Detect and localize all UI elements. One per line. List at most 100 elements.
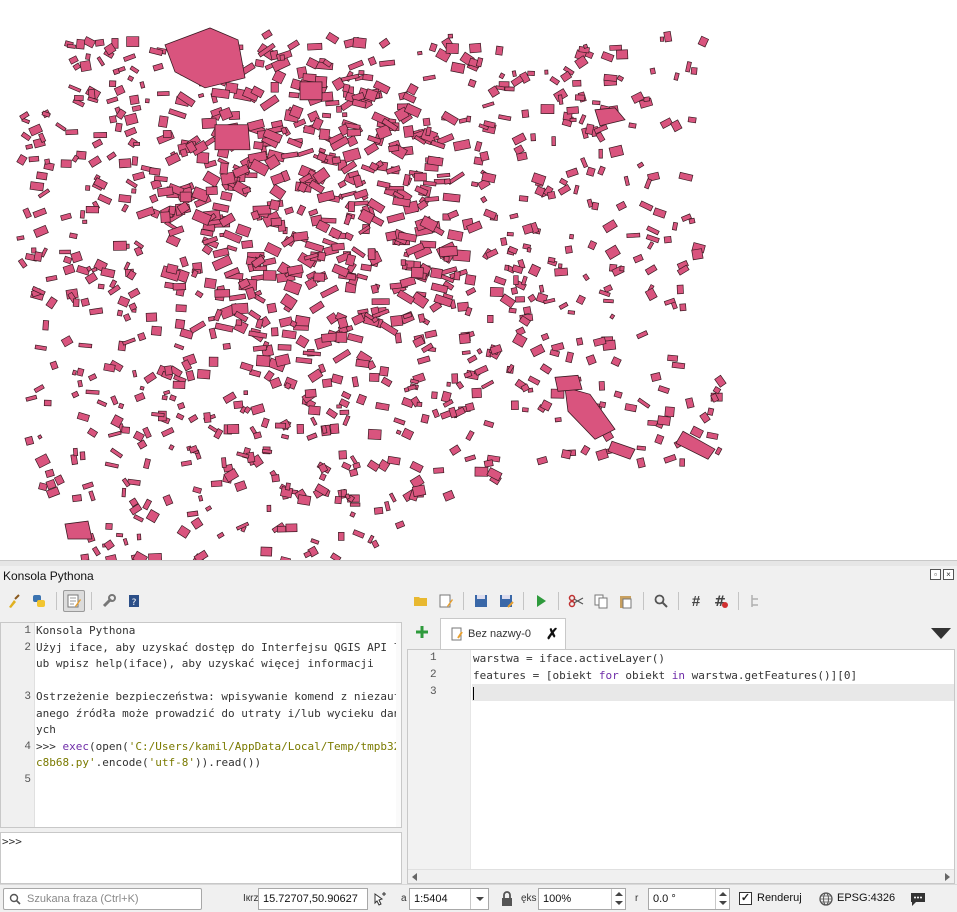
close-dock-button[interactable]: × <box>943 569 954 580</box>
building-polygon <box>498 114 512 121</box>
map-canvas[interactable] <box>0 0 957 561</box>
crs-status[interactable]: EPSG:4326 <box>837 892 895 904</box>
scale-dropdown-button[interactable] <box>470 889 488 909</box>
code-editor[interactable]: 1 2 3 warstwa = iface.activeLayer() featur… <box>407 649 955 884</box>
clear-console-button[interactable] <box>3 590 25 612</box>
building-polygon <box>567 310 576 315</box>
output-line: >>> exec(open('C:/Users/kamil/AppData/Lo… <box>36 739 401 772</box>
cut-button[interactable] <box>565 590 587 612</box>
editor-line-number: 1 <box>430 652 437 664</box>
broom-icon <box>9 594 20 608</box>
building-polygon <box>554 374 583 392</box>
scroll-left-icon[interactable] <box>412 873 417 881</box>
building-polygon <box>211 87 231 99</box>
building-polygon <box>438 245 458 258</box>
building-polygon <box>678 171 694 182</box>
run-script-button[interactable] <box>530 590 552 612</box>
console-output[interactable]: 1 2 3 4 5 Konsola Pythona Użyj iface, aby uzy… <box>0 622 402 828</box>
building-polygon <box>112 68 121 76</box>
building-polygon <box>296 423 305 434</box>
open-script-button[interactable] <box>410 590 432 612</box>
mouse-toggle-icon[interactable] <box>372 891 388 907</box>
building-polygon <box>227 424 240 434</box>
copy-button[interactable] <box>590 590 612 612</box>
building-polygon <box>679 303 687 312</box>
building-polygon <box>76 367 85 377</box>
building-polygon <box>97 193 113 206</box>
coordinate-field[interactable]: 15.72707,50.90627 <box>258 888 368 910</box>
code-string: 'utf-8' <box>148 756 195 769</box>
comment-button[interactable]: # <box>685 590 707 612</box>
building-polygon <box>24 435 35 446</box>
toolbar-separator <box>91 592 92 610</box>
building-polygon <box>297 147 315 158</box>
output-scrollbar[interactable] <box>396 623 401 827</box>
float-dock-button[interactable]: ▫ <box>930 569 941 580</box>
building-polygon <box>86 427 99 438</box>
run-command-button[interactable] <box>28 590 50 612</box>
new-tab-button[interactable] <box>415 625 429 642</box>
magnifier-spinbox[interactable]: 100% <box>538 888 626 910</box>
scroll-right-icon[interactable] <box>945 873 950 881</box>
editor-toolbar: # # <box>410 588 767 614</box>
rotation-spinbox[interactable]: 0.0 ° <box>648 888 730 910</box>
building-polygon <box>219 162 229 175</box>
building-polygon <box>304 388 317 399</box>
save-as-button[interactable] <box>495 590 517 612</box>
show-editor-button[interactable] <box>63 590 85 612</box>
building-polygon <box>616 74 625 82</box>
find-button[interactable] <box>650 590 672 612</box>
building-polygon <box>116 532 124 538</box>
uncomment-button[interactable]: # <box>710 590 732 612</box>
building-polygon <box>221 457 227 468</box>
building-polygon <box>449 444 462 456</box>
building-polygon <box>127 75 135 82</box>
building-polygon <box>96 399 108 408</box>
building-polygon <box>390 315 404 327</box>
building-polygon <box>213 308 223 322</box>
close-tab-icon[interactable]: ✗ <box>546 625 559 643</box>
globe-crs-icon[interactable] <box>818 891 834 907</box>
options-button[interactable] <box>98 590 120 612</box>
rotation-value: 0.0 ° <box>653 893 676 905</box>
rotation-spin-buttons[interactable] <box>715 889 729 909</box>
editor-horizontal-scrollbar[interactable] <box>408 869 954 883</box>
render-checkbox[interactable]: ✓ <box>739 892 752 905</box>
building-polygon <box>691 248 704 261</box>
scale-combo[interactable]: 1:5404 <box>409 888 489 910</box>
building-polygon <box>126 36 140 47</box>
building-polygon <box>190 517 204 530</box>
building-polygon <box>37 434 43 440</box>
building-polygon <box>706 407 715 416</box>
help-button[interactable]: ? <box>123 590 145 612</box>
building-polygon <box>121 487 127 498</box>
open-in-external-editor-button[interactable] <box>435 590 457 612</box>
magnifier-spin-buttons[interactable] <box>611 889 625 909</box>
messages-icon[interactable] <box>909 890 927 908</box>
building-polygon <box>442 192 461 203</box>
building-polygon <box>650 372 662 382</box>
building-polygon <box>263 241 282 258</box>
console-input[interactable]: >>> <box>0 832 402 884</box>
building-polygon <box>417 313 426 323</box>
object-inspector-button[interactable] <box>745 590 767 612</box>
building-polygon <box>186 510 199 518</box>
building-polygon <box>189 320 207 334</box>
building-polygon <box>310 416 318 426</box>
building-polygon <box>139 81 146 89</box>
building-polygon <box>446 381 451 387</box>
lock-icon[interactable] <box>500 891 514 907</box>
building-polygon <box>91 138 104 149</box>
locator-search-input[interactable]: Szukana fraza (Ctrl+K) <box>3 888 202 910</box>
tab-list-menu-icon[interactable] <box>931 628 951 639</box>
output-line: Użyj iface, aby uzyskać dostęp do Interf… <box>36 640 401 690</box>
paste-button[interactable] <box>615 590 637 612</box>
save-button[interactable] <box>470 590 492 612</box>
editor-line-gutter: 1 2 3 <box>408 650 471 870</box>
building-polygon <box>77 379 83 388</box>
building-polygon <box>510 286 519 295</box>
dock-titlebar[interactable]: Konsola Pythona ▫ × <box>0 566 957 586</box>
building-polygon <box>80 297 90 307</box>
editor-code[interactable]: warstwa = iface.activeLayer() features =… <box>472 650 954 701</box>
tab-bez-nazwy-0[interactable]: Bez nazwy-0 ✗ <box>440 618 566 649</box>
